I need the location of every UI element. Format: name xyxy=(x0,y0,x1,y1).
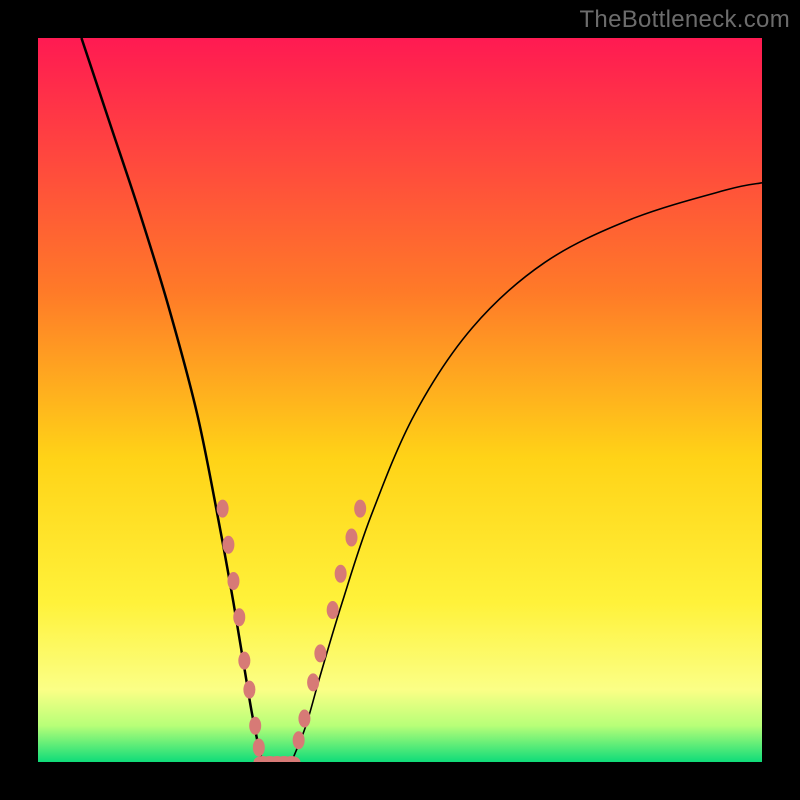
data-marker xyxy=(335,565,347,583)
data-marker xyxy=(314,644,326,662)
data-marker xyxy=(327,601,339,619)
watermark-text: TheBottleneck.com xyxy=(579,6,790,34)
data-marker xyxy=(238,652,250,670)
data-marker xyxy=(345,529,357,547)
data-marker xyxy=(249,717,261,735)
background-gradient xyxy=(38,38,762,762)
data-marker xyxy=(307,673,319,691)
data-marker xyxy=(217,500,229,518)
data-marker xyxy=(298,710,310,728)
data-marker xyxy=(354,500,366,518)
data-marker xyxy=(233,608,245,626)
data-marker xyxy=(222,536,234,554)
data-marker xyxy=(293,731,305,749)
data-marker xyxy=(227,572,239,590)
data-marker xyxy=(253,739,265,757)
data-marker xyxy=(243,681,255,699)
chart-frame: TheBottleneck.com xyxy=(0,0,800,800)
chart-svg xyxy=(38,38,762,762)
plot-area xyxy=(38,38,762,762)
